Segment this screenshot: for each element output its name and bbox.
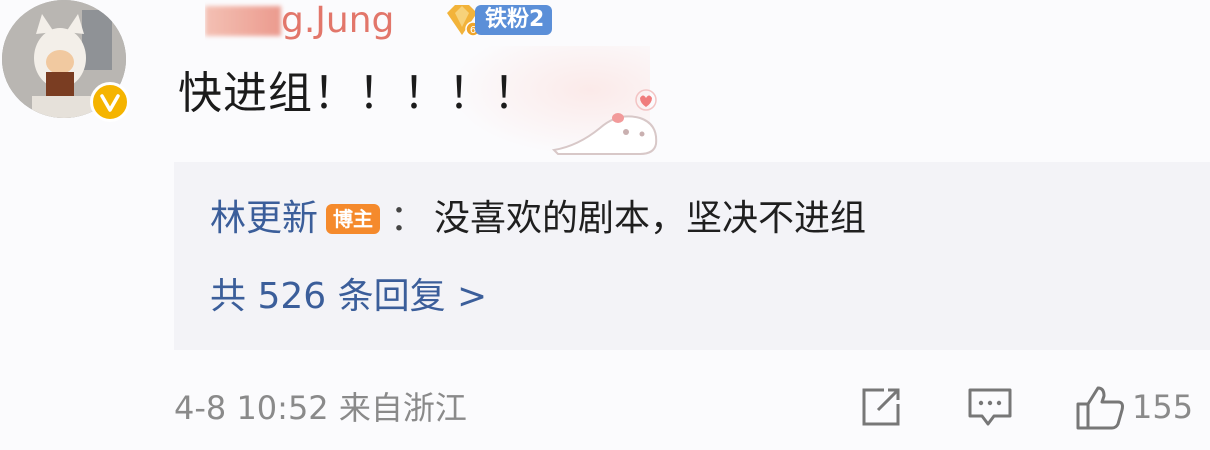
share-button[interactable] bbox=[858, 384, 904, 430]
comment-time-location: 4-8 10:52 来自浙江 bbox=[174, 389, 467, 427]
blogger-badge: 博主 bbox=[326, 204, 381, 234]
like-count: 155 bbox=[1132, 388, 1194, 426]
reply-author-link[interactable]: 林更新 bbox=[210, 196, 318, 242]
comment-icon bbox=[968, 388, 1012, 426]
thumbs-up-icon bbox=[1076, 386, 1124, 430]
username-text: g.Jung bbox=[281, 0, 395, 41]
comment-button[interactable] bbox=[966, 384, 1014, 430]
comment-username[interactable]: g.Jung bbox=[205, 0, 430, 42]
share-icon bbox=[862, 388, 900, 426]
reply-separator: ： bbox=[390, 198, 427, 239]
fan-badge-label: 铁粉2 bbox=[475, 5, 553, 35]
like-button[interactable]: 155 bbox=[1074, 384, 1193, 430]
view-replies-link[interactable]: 共 526 条回复 > bbox=[210, 274, 487, 320]
avatar[interactable] bbox=[2, 0, 130, 122]
verified-badge-icon bbox=[90, 82, 130, 122]
cat-heart-sticker-icon bbox=[551, 89, 658, 155]
comment-text: 快进组！！！！！ bbox=[178, 68, 538, 119]
username-redaction bbox=[205, 6, 281, 36]
top-reply: 林更新 博主 ： 没喜欢的剧本，坚决不进组 bbox=[210, 196, 866, 242]
fan-badge[interactable]: 6 铁粉2 bbox=[443, 2, 553, 38]
reply-text: 没喜欢的剧本，坚决不进组 bbox=[434, 198, 867, 239]
reply-preview-box[interactable]: 林更新 博主 ： 没喜欢的剧本，坚决不进组 共 526 条回复 > bbox=[174, 162, 1210, 350]
